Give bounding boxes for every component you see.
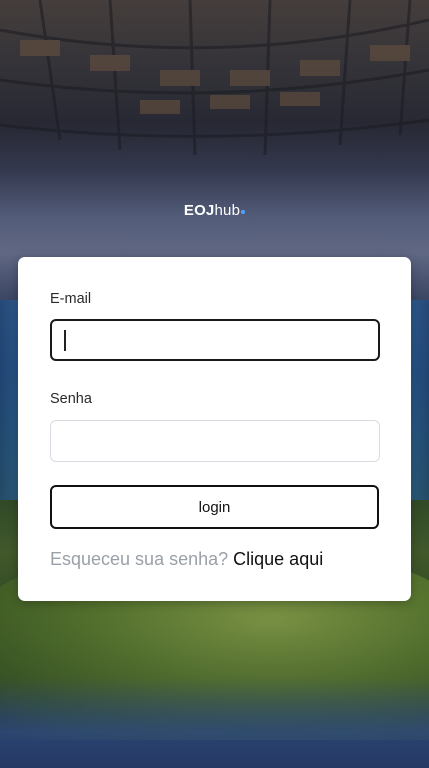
- password-input[interactable]: [50, 420, 380, 462]
- password-label: Senha: [50, 391, 92, 407]
- login-screen: EOJhub E-mail Senha login Esqueceu sua s…: [0, 0, 429, 768]
- eojhub-logo: EOJhub: [0, 202, 429, 219]
- text-cursor: [64, 330, 66, 351]
- forgot-password-text: Esqueceu sua senha?: [50, 549, 229, 569]
- stadium-stand-bottom: [0, 678, 429, 768]
- email-input[interactable]: [50, 319, 380, 361]
- logo-bold-text: EOJ: [183, 202, 215, 219]
- email-label: E-mail: [50, 291, 92, 307]
- logo-light-text: hub: [214, 202, 241, 219]
- stadium-roof-graphic: [0, 0, 429, 156]
- logo-dot-icon: [241, 210, 246, 214]
- forgot-password: Esqueceu sua senha? Clique aqui: [50, 549, 323, 570]
- login-button[interactable]: login: [50, 485, 379, 529]
- login-card: E-mail Senha login Esqueceu sua senha? C…: [18, 257, 411, 601]
- forgot-password-link[interactable]: Clique aqui: [233, 549, 323, 569]
